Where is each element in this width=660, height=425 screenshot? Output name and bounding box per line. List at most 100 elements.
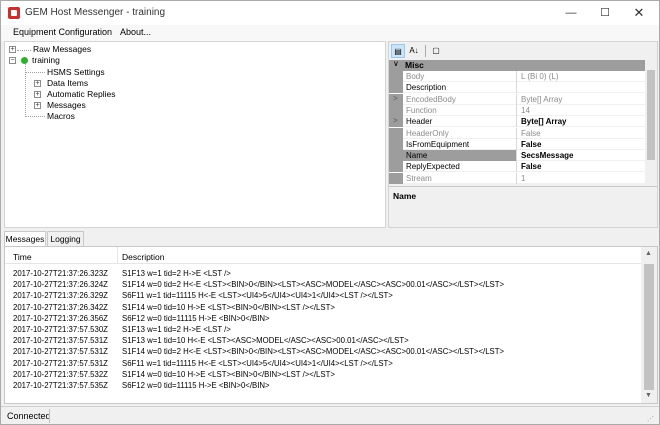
messages-scrollbar[interactable]: ▲ ▼ <box>641 247 657 403</box>
menu-bar: Equipment Configuration About... <box>1 25 659 41</box>
property-value[interactable]: 1 <box>518 173 645 184</box>
message-row[interactable]: 2017-10-27T21:37:57.535Z S6F12 w=0 tid=11… <box>5 380 641 391</box>
property-name[interactable]: IsFromEquipment <box>403 138 517 150</box>
message-time: 2017-10-27T21:37:57.531Z <box>13 347 108 357</box>
tree-item-automatic-replies[interactable]: Automatic Replies <box>47 89 116 99</box>
message-row[interactable]: 2017-10-27T21:37:26.324Z S1F14 w=0 tid=2 … <box>5 279 641 290</box>
minimize-button[interactable]: — <box>554 1 588 25</box>
message-row[interactable]: 2017-10-27T21:37:57.531Z S6F11 w=1 tid=11… <box>5 358 641 369</box>
tree-item-messages[interactable]: Messages <box>47 100 86 110</box>
property-description: Name <box>389 186 657 227</box>
property-name[interactable]: Function <box>403 104 517 116</box>
column-header-time[interactable]: Time <box>13 252 32 262</box>
property-gutter: > <box>389 116 403 128</box>
message-row[interactable]: 2017-10-27T21:37:26.356Z S6F12 w=0 tid=11… <box>5 313 641 324</box>
expand-icon[interactable]: + <box>9 46 16 53</box>
tab-logging[interactable]: Logging <box>47 231 84 246</box>
property-name[interactable]: Description <box>403 82 517 94</box>
scrollbar-thumb[interactable] <box>644 264 654 390</box>
property-value[interactable]: False <box>518 161 645 172</box>
property-gutter <box>389 71 403 82</box>
tab-messages[interactable]: Messages <box>4 231 46 247</box>
tree-item-raw-messages[interactable]: Raw Messages <box>33 44 91 54</box>
column-divider[interactable] <box>117 247 118 264</box>
property-grid: ▤ A↓ ▢ ∨ Misc Body L (Bi 0) (L) Descriptio… <box>388 41 658 228</box>
tree-view[interactable]: + Raw Messages − training HSMS Settings … <box>4 41 386 228</box>
message-description: S6F11 w=1 tid=11115 H<-E <LST><UI4>5</UI… <box>122 358 393 368</box>
property-row[interactable]: HeaderOnly False <box>389 127 645 139</box>
tree-item-hsms-settings[interactable]: HSMS Settings <box>47 67 105 77</box>
alphabetical-sort-icon[interactable]: A↓ <box>407 44 421 58</box>
property-value[interactable] <box>518 82 645 93</box>
property-pages-icon[interactable]: ▢ <box>429 44 443 58</box>
message-description: S1F14 w=0 tid=10 H->E <LST><BIN>0</BIN><… <box>122 302 335 312</box>
status-bar: Connected ⋰ <box>1 406 659 424</box>
property-name[interactable]: Header <box>403 116 517 128</box>
menu-equipment-configuration[interactable]: Equipment Configuration <box>13 27 112 37</box>
expand-icon[interactable]: + <box>34 80 41 87</box>
expand-chevron-icon[interactable]: > <box>393 116 398 125</box>
property-value[interactable]: Byte[] Array <box>518 116 645 127</box>
property-gutter <box>389 127 403 139</box>
property-row[interactable]: > Header Byte[] Array <box>389 116 645 128</box>
property-name[interactable]: Name <box>403 150 517 162</box>
property-toolbar: ▤ A↓ ▢ <box>389 42 657 60</box>
property-value[interactable]: SecsMessage <box>518 150 645 161</box>
property-value[interactable]: False <box>518 139 645 150</box>
scrollbar-thumb[interactable] <box>647 70 655 160</box>
scroll-up-icon[interactable]: ▲ <box>645 250 652 257</box>
property-name[interactable]: ReplyExpected <box>403 161 517 173</box>
expand-chevron-icon[interactable]: > <box>393 94 398 103</box>
property-scrollbar[interactable] <box>645 60 657 184</box>
resize-grip-icon[interactable]: ⋰ <box>647 415 654 423</box>
property-gutter <box>389 161 403 173</box>
property-name[interactable]: Stream <box>403 172 517 184</box>
menu-about[interactable]: About... <box>120 27 151 37</box>
property-name[interactable]: EncodedBody <box>403 93 517 105</box>
messages-list[interactable]: Time Description 2017-10-27T21:37:26.323… <box>4 246 658 404</box>
message-time: 2017-10-27T21:37:26.324Z <box>13 280 108 290</box>
property-row[interactable]: > EncodedBody Byte[] Array <box>389 93 645 105</box>
property-value[interactable]: False <box>518 128 645 139</box>
property-name[interactable]: HeaderOnly <box>403 127 517 139</box>
expand-icon[interactable]: + <box>34 91 41 98</box>
property-row[interactable]: Name SecsMessage <box>389 150 645 162</box>
maximize-button[interactable]: ☐ <box>588 1 622 25</box>
message-time: 2017-10-27T21:37:26.323Z <box>13 269 108 278</box>
message-description: S1F13 w=1 tid=10 H<-E <LST><ASC>MODEL</A… <box>122 336 409 346</box>
expand-icon[interactable]: + <box>34 102 41 109</box>
property-row[interactable]: Description <box>389 82 645 94</box>
title-bar: GEM Host Messenger - training — ☐ ✕ <box>1 1 659 25</box>
message-row[interactable]: 2017-10-27T21:37:57.531Z S1F14 w=0 tid=2 … <box>5 346 641 357</box>
tree-item-data-items[interactable]: Data Items <box>47 78 88 88</box>
message-row[interactable]: 2017-10-27T21:37:26.342Z S1F14 w=0 tid=10… <box>5 302 641 313</box>
tree-connector <box>25 72 45 73</box>
property-value[interactable]: L (Bi 0) (L) <box>518 71 645 82</box>
property-gutter: > <box>389 93 403 105</box>
property-row[interactable]: Function 14 <box>389 104 645 116</box>
property-value[interactable]: 14 <box>518 105 645 116</box>
status-divider <box>49 409 50 423</box>
property-row[interactable]: Stream 1 <box>389 172 645 184</box>
column-header-description[interactable]: Description <box>122 252 165 262</box>
scroll-down-icon[interactable]: ▼ <box>645 392 652 399</box>
property-name[interactable]: Body <box>403 71 517 82</box>
close-button[interactable]: ✕ <box>622 1 656 25</box>
collapse-icon[interactable]: − <box>9 57 16 64</box>
message-row[interactable]: 2017-10-27T21:37:57.531Z S1F13 w=1 tid=10… <box>5 335 641 346</box>
message-description: S1F14 w=0 tid=10 H->E <LST><BIN>0</BIN><… <box>122 369 335 379</box>
property-row[interactable]: Body L (Bi 0) (L) <box>389 71 645 82</box>
category-misc[interactable]: ∨ Misc <box>389 60 645 71</box>
tree-item-training[interactable]: training <box>32 55 60 65</box>
property-row[interactable]: IsFromEquipment False <box>389 138 645 150</box>
collapse-chevron-icon[interactable]: ∨ <box>393 60 399 68</box>
tree-item-macros[interactable]: Macros <box>47 111 75 121</box>
message-row[interactable]: 2017-10-27T21:37:57.530Z S1F13 w=1 tid=2 … <box>5 324 641 335</box>
message-row[interactable]: 2017-10-27T21:37:26.329Z S6F11 w=1 tid=11… <box>5 290 641 301</box>
message-time: 2017-10-27T21:37:57.535Z <box>13 381 108 390</box>
message-row[interactable]: 2017-10-27T21:37:57.532Z S1F14 w=0 tid=10… <box>5 369 641 380</box>
categorized-icon[interactable]: ▤ <box>391 44 405 58</box>
property-value[interactable]: Byte[] Array <box>518 94 645 105</box>
property-row[interactable]: ReplyExpected False <box>389 161 645 173</box>
message-row[interactable]: 2017-10-27T21:37:26.323Z S1F13 w=1 tid=2 … <box>5 268 641 279</box>
